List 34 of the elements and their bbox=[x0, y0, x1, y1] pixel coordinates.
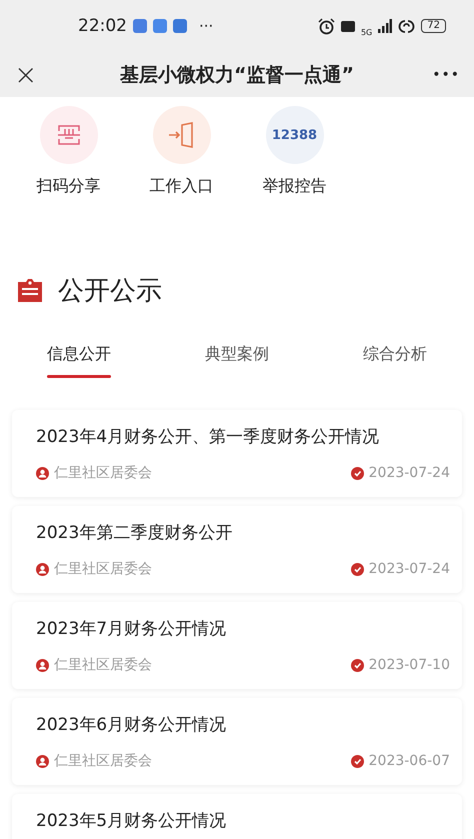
more-button[interactable]: ••• bbox=[430, 66, 460, 82]
tab[interactable]: 综合分析 bbox=[316, 334, 474, 382]
notice-card[interactable]: 2023年7月财务公开情况 仁里社区居委会 2023-07-10 bbox=[12, 602, 462, 689]
publish-date: 2023-07-24 bbox=[368, 464, 450, 483]
shortcut-label: 工作入口 bbox=[150, 176, 214, 197]
notice-title: 2023年第二季度财务公开 bbox=[36, 522, 234, 545]
notice-card[interactable]: 2023年5月财务公开情况 bbox=[12, 794, 462, 839]
status-more: ··· bbox=[199, 17, 214, 35]
tab[interactable]: 典型案例 bbox=[158, 334, 316, 382]
close-button[interactable]: × bbox=[14, 60, 44, 88]
status-time: 22:02 bbox=[78, 16, 127, 36]
publisher: 仁里社区居委会 bbox=[54, 752, 152, 771]
publish-date: 2023-07-10 bbox=[368, 656, 450, 675]
publish-date: 2023-07-24 bbox=[368, 560, 450, 579]
page-title: 基层小微权力“监督一点通” bbox=[119, 62, 355, 88]
notice-card[interactable]: 2023年4月财务公开、第一季度财务公开情况 仁里社区居委会 2023-07-24 bbox=[12, 410, 462, 497]
shortcut-button[interactable]: 12388 bbox=[266, 106, 324, 164]
notice-title: 2023年6月财务公开情况 bbox=[36, 714, 228, 737]
notice-card[interactable]: 2023年6月财务公开情况 仁里社区居委会 2023-06-07 bbox=[12, 698, 462, 785]
notice-card[interactable]: 2023年第二季度财务公开 仁里社区居委会 2023-07-24 bbox=[12, 506, 462, 593]
section-title: 公开公示 bbox=[58, 275, 162, 308]
hotline-number: 12388 bbox=[272, 128, 318, 142]
notice-title: 2023年4月财务公开、第一季度财务公开情况 bbox=[36, 426, 380, 449]
publish-date: 2023-06-07 bbox=[368, 752, 450, 771]
publisher: 仁里社区居委会 bbox=[54, 560, 152, 579]
publisher: 仁里社区居委会 bbox=[54, 464, 152, 483]
notice-title: 2023年7月财务公开情况 bbox=[36, 618, 228, 641]
shortcut-label: 举报控告 bbox=[262, 176, 326, 197]
tab[interactable]: 信息公开 bbox=[0, 334, 158, 382]
publisher: 仁里社区居委会 bbox=[54, 656, 152, 675]
notice-title: 2023年5月财务公开情况 bbox=[36, 810, 228, 833]
shortcut-label: 扫码分享 bbox=[36, 176, 100, 197]
battery-indicator: 72 bbox=[421, 19, 446, 33]
network-type: 5G bbox=[360, 29, 372, 37]
